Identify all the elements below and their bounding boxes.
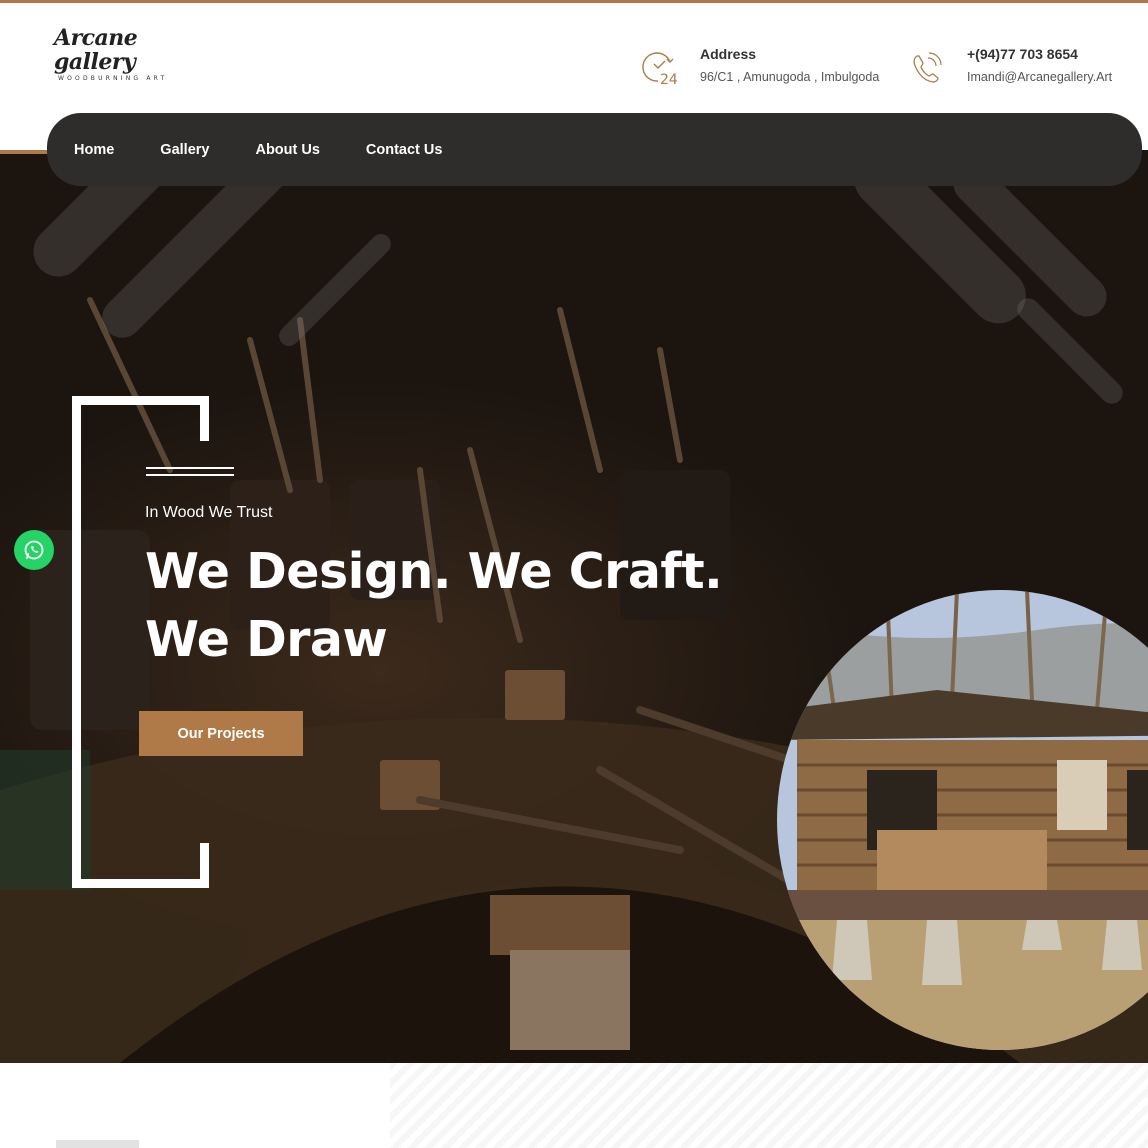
top-accent-line [0,0,1148,3]
hero-headline-line2: We Draw [145,611,388,668]
main-nav: Home Gallery About Us Contact Us [47,113,1142,186]
hero-section: In Wood We Trust We Design. We Craft. We… [0,150,1148,1063]
hero-headline: We Design. We Craft. We Draw [145,538,745,674]
logo-tagline: WOODBURNING ART [58,75,168,82]
whatsapp-button[interactable] [14,530,54,570]
hero-headline-line1: We Design. We Craft. [145,543,723,600]
nav-contact-us[interactable]: Contact Us [366,142,443,158]
hero-tagline: In Wood We Trust [145,504,273,521]
our-projects-button[interactable]: Our Projects [139,711,303,756]
brand-logo[interactable]: Arcane gallery WOODBURNING ART [54,26,194,82]
section-pattern-background [390,1063,1148,1148]
phone-icon[interactable] [908,50,944,86]
phone-number[interactable]: +(94)77 703 8654 [967,46,1078,62]
logo-text: Arcane gallery [54,25,138,75]
nav-gallery[interactable]: Gallery [160,142,209,158]
email-address[interactable]: Imandi@Arcanegallery.Art [967,70,1112,84]
nav-about-us[interactable]: About Us [255,142,319,158]
whatsapp-icon [24,540,44,560]
svg-text:24: 24 [660,72,678,86]
section-label-placeholder [56,1140,139,1148]
nav-home[interactable]: Home [74,142,114,158]
address-title: Address [700,46,757,62]
clock-24-icon: 24 [642,52,678,86]
double-rule-divider [146,467,234,476]
address-value: 96/C1 , Amunugoda , Imbulgoda [700,70,880,84]
